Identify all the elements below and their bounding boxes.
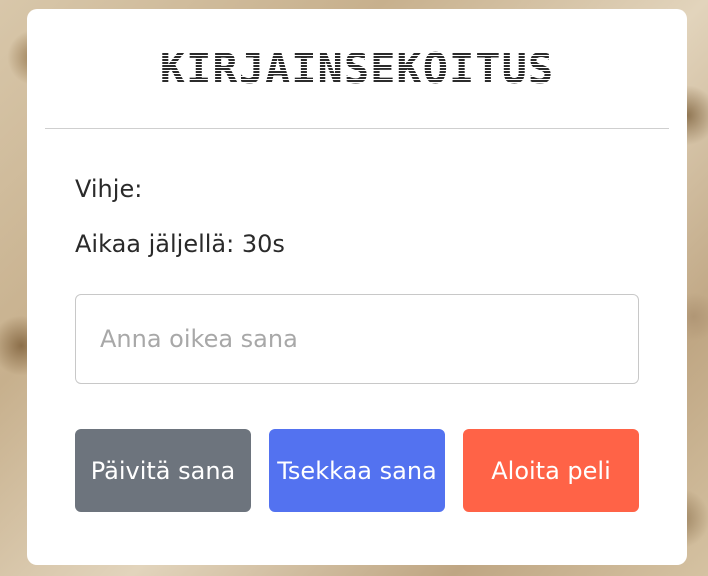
- refresh-word-button[interactable]: Päivitä sana: [75, 429, 251, 512]
- game-card: KIRJAINSEKOITUS Vihje: Aikaa jäljellä: 3…: [27, 9, 687, 565]
- title-divider: [45, 128, 669, 129]
- page-title: KIRJAINSEKOITUS: [27, 47, 687, 91]
- word-input[interactable]: [75, 294, 639, 384]
- check-word-button[interactable]: Tsekkaa sana: [269, 429, 445, 512]
- time-remaining-text: Aikaa jäljellä: 30s: [75, 230, 285, 258]
- hint-text: Vihje:: [75, 175, 143, 203]
- start-game-button[interactable]: Aloita peli: [463, 429, 639, 512]
- page-background: { "header": { "title": "KIRJAINSEKOITUS"…: [0, 0, 708, 576]
